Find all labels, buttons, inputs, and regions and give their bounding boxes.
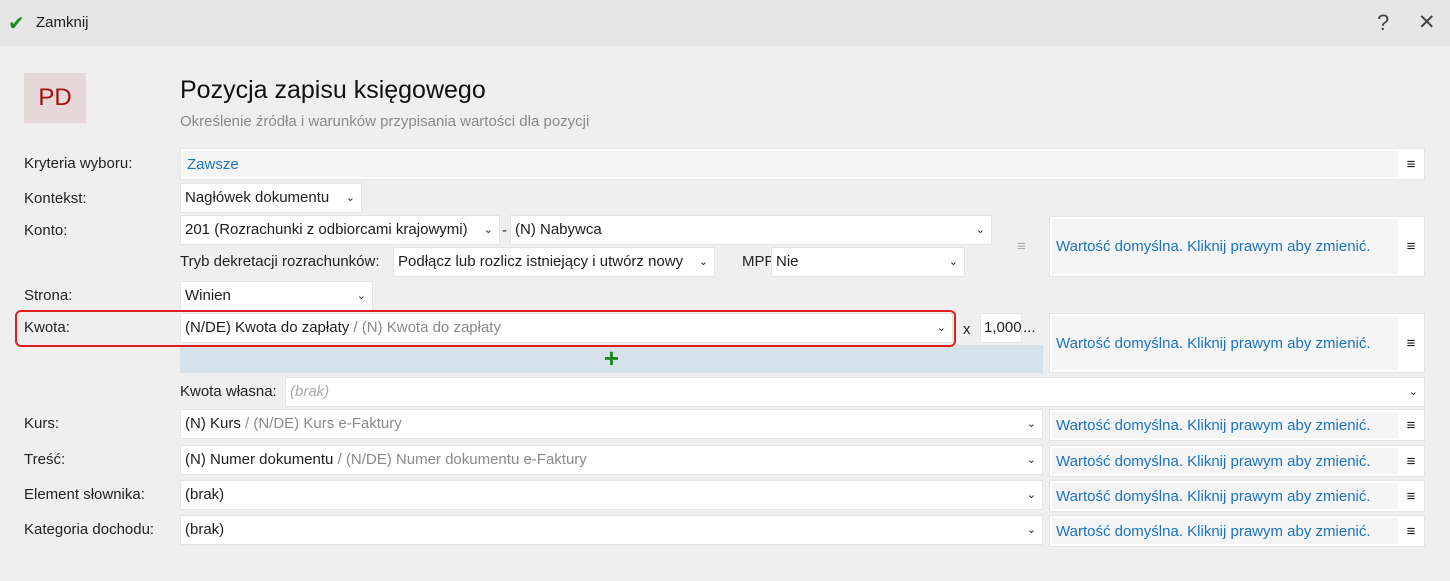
- chevron-down-icon: ⌄: [948, 256, 958, 268]
- kategoria-label: Kategoria dochodu:: [24, 521, 155, 538]
- menu-icon[interactable]: ≡: [1398, 217, 1424, 276]
- konto-separator: -: [502, 222, 507, 239]
- kurs-alt: / (N/DE) Kurs e-Faktury: [245, 415, 402, 432]
- menu-icon[interactable]: ≡: [1398, 446, 1424, 476]
- tresc-default-box[interactable]: Wartość domyślna. Kliknij prawym aby zmi…: [1049, 445, 1425, 477]
- element-select[interactable]: (brak) ⌄: [180, 480, 1043, 510]
- kategoria-select[interactable]: (brak) ⌄: [180, 515, 1043, 545]
- konto-select[interactable]: 201 (Rozrachunki z odbiorcami krajowymi)…: [180, 215, 500, 245]
- top-bar: ✔ Zamknij ? ✕: [0, 0, 1450, 46]
- strona-select[interactable]: Winien ⌄: [180, 281, 373, 311]
- element-default-box[interactable]: Wartość domyślna. Kliknij prawym aby zmi…: [1049, 480, 1425, 512]
- check-icon: ✔: [8, 13, 25, 35]
- highlight-outline: [15, 310, 956, 347]
- kategoria-default-box[interactable]: Wartość domyślna. Kliknij prawym aby zmi…: [1049, 515, 1425, 547]
- more-button[interactable]: ...: [1023, 318, 1036, 338]
- chevron-down-icon: ⌄: [483, 224, 493, 236]
- strona-value: Winien: [185, 287, 231, 304]
- kwota-wlasna-value: (brak): [290, 383, 330, 400]
- konto-default-box[interactable]: Wartość domyślna. Kliknij prawym aby zmi…: [1049, 216, 1425, 277]
- default-value-text[interactable]: Wartość domyślna. Kliknij prawym aby zmi…: [1052, 316, 1398, 370]
- mpp-select[interactable]: Nie ⌄: [771, 247, 965, 277]
- kryteria-value[interactable]: Zawsze: [183, 151, 1398, 177]
- multiplier-input[interactable]: 1,000: [980, 313, 1022, 343]
- kwota-wlasna-select[interactable]: (brak) ⌄: [285, 377, 1425, 407]
- chevron-down-icon: ⌄: [1408, 386, 1418, 398]
- tresc-label: Treść:: [24, 451, 66, 468]
- multiply-sign: x: [963, 321, 971, 338]
- kwota-wlasna-label: Kwota własna:: [180, 383, 277, 400]
- menu-icon[interactable]: ≡: [1398, 149, 1424, 179]
- menu-icon[interactable]: ≡: [1398, 516, 1424, 546]
- konto-sub-value: (N) Nabywca: [515, 221, 602, 238]
- tresc-select[interactable]: (N) Numer dokumentu / (N/DE) Numer dokum…: [180, 445, 1043, 475]
- kontekst-label: Kontekst:: [24, 190, 87, 207]
- konto-sub-select[interactable]: (N) Nabywca ⌄: [510, 215, 992, 245]
- default-value-text[interactable]: Wartość domyślna. Kliknij prawym aby zmi…: [1052, 448, 1398, 474]
- tryb-value: Podłącz lub rozlicz istniejący i utwórz …: [398, 253, 684, 270]
- element-label: Element słownika:: [24, 486, 145, 503]
- kontekst-value: Nagłówek dokumentu: [185, 189, 330, 206]
- default-value-text[interactable]: Wartość domyślna. Kliknij prawym aby zmi…: [1052, 412, 1398, 438]
- kontekst-select[interactable]: Nagłówek dokumentu ⌄: [180, 183, 362, 213]
- page-title: Pozycja zapisu księgowego: [180, 76, 486, 104]
- chevron-down-icon: ⌄: [356, 290, 366, 302]
- help-button[interactable]: ?: [1377, 10, 1389, 36]
- element-value: (brak): [185, 486, 225, 503]
- mpp-value: Nie: [776, 253, 799, 270]
- default-value-text[interactable]: Wartość domyślna. Kliknij prawym aby zmi…: [1052, 483, 1398, 509]
- chevron-down-icon: ⌄: [1026, 524, 1036, 536]
- kurs-value: (N) Kurs: [185, 415, 241, 432]
- tryb-label: Tryb dekretacji rozrachunków:: [180, 253, 380, 270]
- default-value-text[interactable]: Wartość domyślna. Kliknij prawym aby zmi…: [1052, 518, 1398, 544]
- kurs-select[interactable]: (N) Kurs / (N/DE) Kurs e-Faktury ⌄: [180, 409, 1043, 439]
- kryteria-field[interactable]: Zawsze ≡: [180, 148, 1425, 180]
- tresc-value: (N) Numer dokumentu: [185, 451, 334, 468]
- chevron-down-icon: ⌄: [1026, 418, 1036, 430]
- tresc-alt: / (N/DE) Numer dokumentu e-Faktury: [337, 451, 587, 468]
- page-subtitle: Określenie źródła i warunków przypisania…: [180, 113, 590, 130]
- chevron-down-icon: ⌄: [698, 256, 708, 268]
- kryteria-label: Kryteria wyboru:: [24, 155, 133, 172]
- chevron-down-icon: ⌄: [1026, 489, 1036, 501]
- kwota-default-box[interactable]: Wartość domyślna. Kliknij prawym aby zmi…: [1049, 313, 1425, 373]
- chevron-down-icon: ⌄: [1026, 454, 1036, 466]
- konto-label: Konto:: [24, 222, 68, 239]
- close-button[interactable]: Zamknij: [36, 14, 89, 31]
- kurs-default-box[interactable]: Wartość domyślna. Kliknij prawym aby zmi…: [1049, 409, 1425, 441]
- menu-icon[interactable]: ≡: [1398, 410, 1424, 440]
- default-value-text[interactable]: Wartość domyślna. Kliknij prawym aby zmi…: [1052, 219, 1398, 274]
- konto-value: 201 (Rozrachunki z odbiorcami krajowymi): [185, 221, 468, 238]
- kategoria-value: (brak): [185, 521, 225, 538]
- kurs-label: Kurs:: [24, 415, 60, 432]
- chevron-down-icon: ⌄: [345, 192, 355, 204]
- menu-icon[interactable]: ≡: [1017, 237, 1026, 257]
- menu-icon[interactable]: ≡: [1398, 481, 1424, 511]
- close-icon[interactable]: ✕: [1418, 10, 1436, 35]
- document-badge: PD: [24, 73, 86, 123]
- add-button[interactable]: +: [180, 345, 1043, 373]
- menu-icon[interactable]: ≡: [1398, 314, 1424, 372]
- strona-label: Strona:: [24, 287, 73, 304]
- tryb-select[interactable]: Podłącz lub rozlicz istniejący i utwórz …: [393, 247, 715, 277]
- chevron-down-icon: ⌄: [975, 224, 985, 236]
